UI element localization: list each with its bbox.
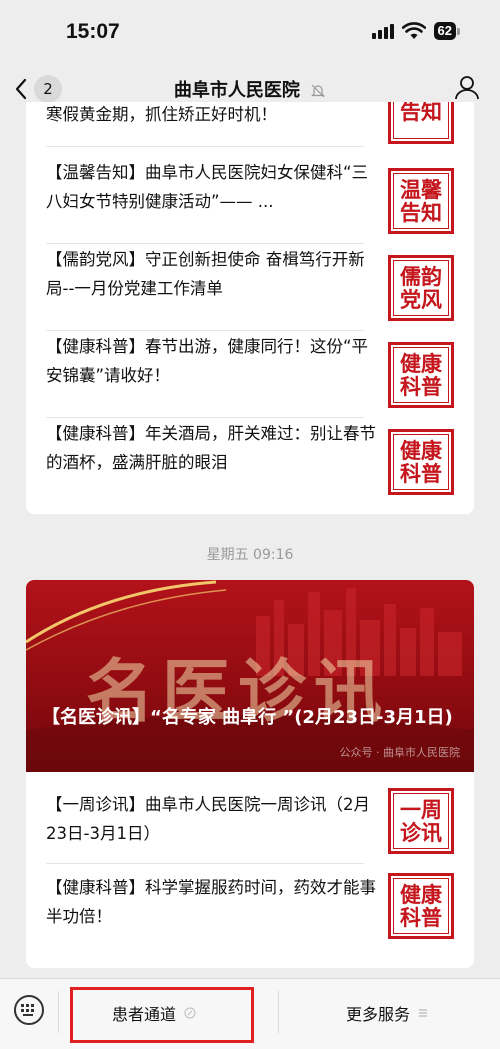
menu-lines-icon: [419, 1009, 428, 1017]
article-thumbnail: 温馨告知: [388, 168, 454, 234]
keyboard-toggle-button[interactable]: [14, 995, 44, 1025]
status-bar: 15:07 62: [0, 0, 500, 66]
profile-button[interactable]: [454, 74, 480, 104]
article-thumbnail: 健康科普: [388, 429, 454, 495]
article-item[interactable]: 【一周诊讯】曲阜市人民医院一周诊讯（2月23日-3月1日） 一周诊讯: [46, 778, 454, 864]
divider: [46, 146, 364, 147]
message-card: 寒假黄金期，抓住矫正好时机！ 告知 【温馨告知】曲阜市人民医院妇女保健科“三八妇…: [26, 102, 474, 514]
article-thumbnail: 一周诊讯: [388, 788, 454, 854]
message-timestamp: 星期五 09:16: [206, 547, 294, 563]
bottom-menu: 患者通道 更多服务: [0, 978, 500, 1049]
article-thumbnail: 告知: [388, 102, 454, 144]
status-icons: 62: [371, 22, 460, 40]
article-title: 【健康科普】春节出游，健康同行！这份“平安锦囊”请收好！: [46, 337, 369, 385]
article-item[interactable]: 【健康科普】春节出游，健康同行！这份“平安锦囊”请收好！ 健康科普: [46, 332, 454, 418]
divider: [46, 863, 364, 864]
battery-indicator: 62: [433, 22, 456, 40]
article-title: 【温馨告知】曲阜市人民医院妇女保健科“三八妇女节特别健康活动”—— ...: [46, 163, 369, 211]
page-title: 曲阜市人民医院: [0, 76, 500, 102]
signal-icon: [371, 23, 394, 39]
cover-article[interactable]: 名医诊讯 【名医诊讯】“名专家 曲阜行 ”(2月23日-3月1日) 公众号 · …: [26, 580, 474, 772]
watermark: 公众号 · 曲阜市人民医院: [339, 746, 461, 759]
wifi-icon: [401, 22, 426, 39]
article-item[interactable]: 【温馨告知】曲阜市人民医院妇女保健科“三八妇女节特别健康活动”—— ... 温馨…: [46, 158, 454, 244]
article-title: 寒假黄金期，抓住矫正好时机！: [46, 105, 277, 124]
article-item[interactable]: 【健康科普】科学掌握服药时间，药效才能事半功倍！ 健康科普: [46, 867, 454, 953]
article-thumbnail: 健康科普: [388, 873, 454, 939]
divider: [46, 243, 364, 244]
article-title: 【健康科普】科学掌握服药时间，药效才能事半功倍！: [46, 878, 376, 926]
article-item[interactable]: 寒假黄金期，抓住矫正好时机！ 告知: [46, 102, 454, 147]
article-thumbnail: 健康科普: [388, 342, 454, 408]
menu-more-services[interactable]: 更多服务: [346, 1001, 428, 1025]
status-time: 15:07: [66, 20, 120, 43]
article-title: 【一周诊讯】曲阜市人民医院一周诊讯（2月23日-3月1日）: [46, 795, 370, 843]
highlight-annotation: [70, 987, 254, 1043]
keyboard-icon: [21, 1004, 34, 1016]
article-thumbnail: 儒韵党风: [388, 255, 454, 321]
mute-bell-icon: [311, 84, 326, 98]
divider: [46, 330, 364, 331]
article-title: 【儒韵党风】守正创新担使命 奋楫笃行开新局--一月份党建工作清单: [46, 250, 365, 298]
divider: [46, 417, 364, 418]
article-item[interactable]: 【儒韵党风】守正创新担使命 奋楫笃行开新局--一月份党建工作清单 儒韵党风: [46, 245, 454, 331]
divider: [278, 991, 279, 1033]
account-name: 曲阜市人民医院: [173, 80, 300, 101]
article-title: 【名医诊讯】“名专家 曲阜行 ”(2月23日-3月1日): [42, 707, 453, 728]
divider: [58, 991, 59, 1033]
menu-label: 更多服务: [346, 1005, 411, 1024]
article-title: 【健康科普】年关酒局，肝关难过：别让春节的酒杯，盛满肝脏的眼泪: [46, 424, 376, 472]
message-card: 名医诊讯 【名医诊讯】“名专家 曲阜行 ”(2月23日-3月1日) 公众号 · …: [26, 580, 474, 968]
person-icon: [455, 76, 479, 100]
battery-tip: [457, 27, 460, 35]
article-item[interactable]: 【健康科普】年关酒局，肝关难过：别让春节的酒杯，盛满肝脏的眼泪 健康科普: [46, 419, 454, 505]
